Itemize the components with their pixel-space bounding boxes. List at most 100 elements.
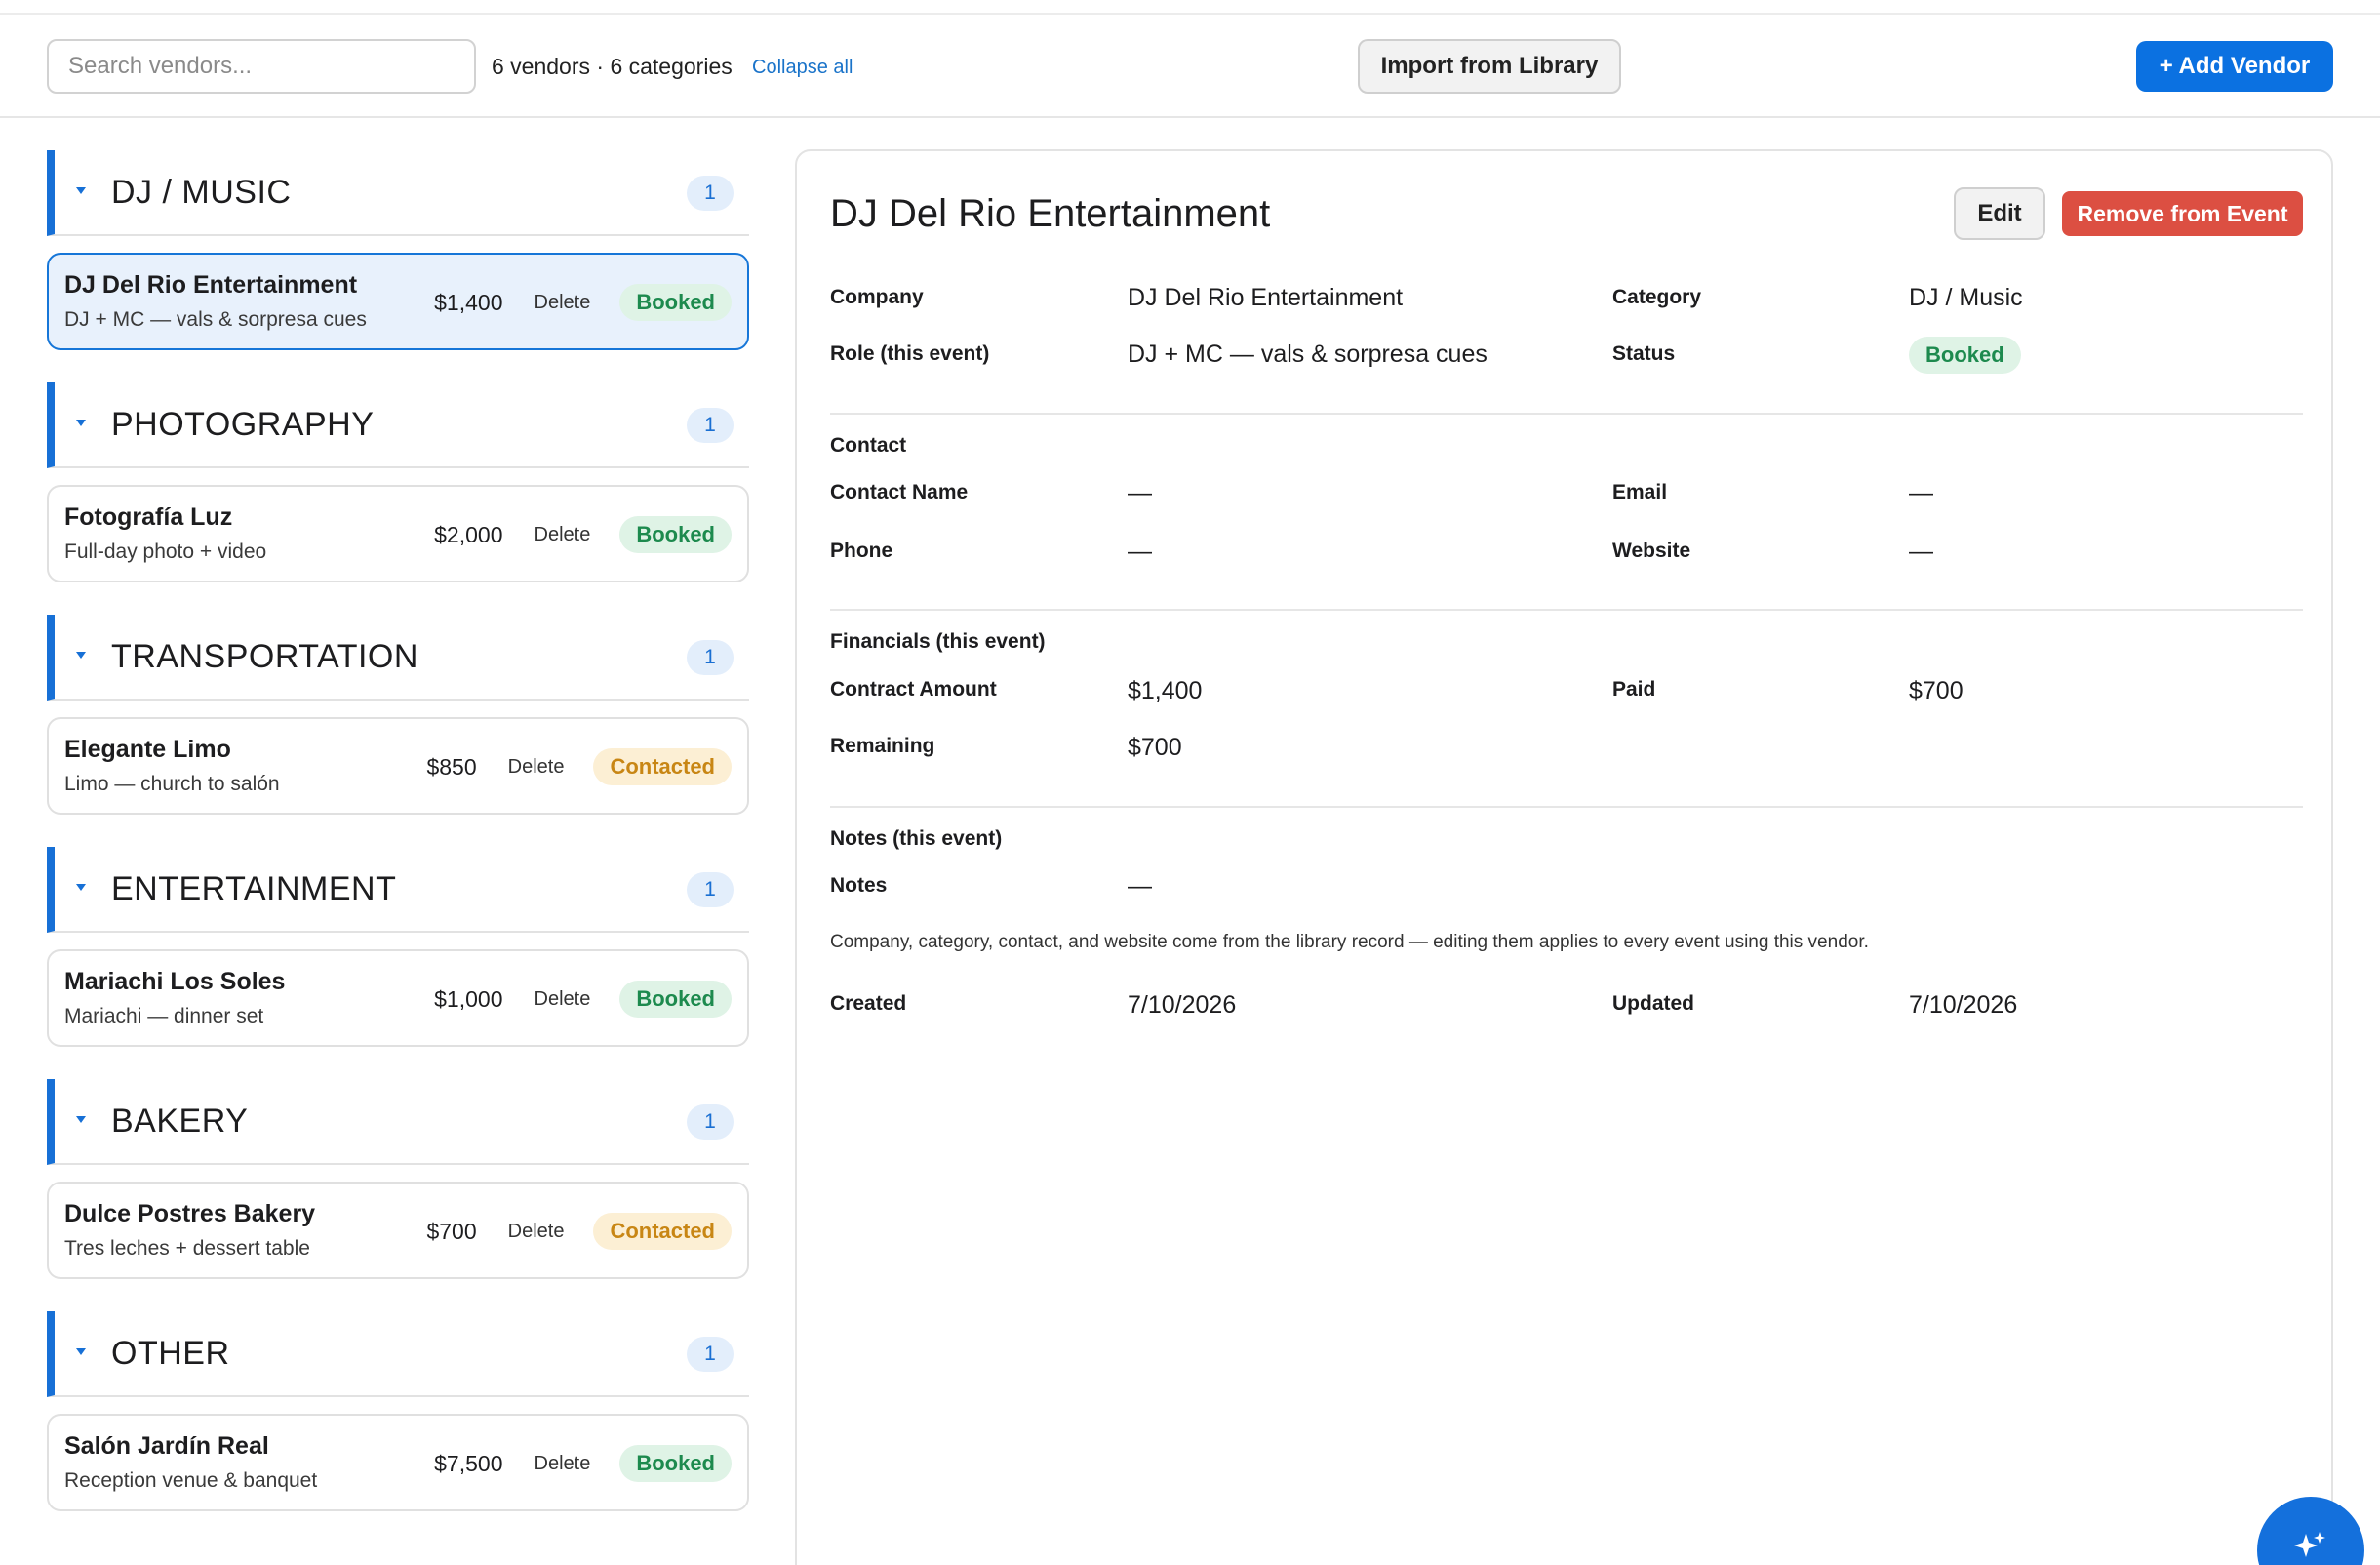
updated-label: Updated: [1612, 992, 1694, 1015]
category-title: DJ / MUSIC: [111, 174, 292, 211]
status-badge: Booked: [619, 1445, 732, 1482]
notes-section-title: Notes (this event): [830, 827, 1003, 850]
chevron-down-icon[interactable]: [76, 652, 86, 659]
delete-vendor-button[interactable]: Delete: [535, 524, 591, 546]
company-value: DJ Del Rio Entertainment: [1128, 284, 1404, 311]
category-header[interactable]: DJ / MUSIC 1: [47, 150, 749, 236]
vendor-card-actions: $2,000 Delete Booked: [434, 515, 732, 554]
delete-vendor-button[interactable]: Delete: [535, 292, 591, 314]
paid-value: $700: [1909, 677, 1964, 704]
vendor-card-actions: $850 Delete Contacted: [426, 747, 732, 786]
category-title: OTHER: [111, 1335, 230, 1372]
vendor-card[interactable]: Fotografía Luz Full-day photo + video $2…: [47, 485, 749, 582]
category-label: Category: [1612, 286, 1702, 308]
phone-value: —: [1128, 538, 1152, 565]
phone-label: Phone: [830, 540, 893, 562]
vendor-name: Dulce Postres Bakery: [64, 1200, 316, 1227]
delete-vendor-button[interactable]: Delete: [508, 1221, 565, 1243]
vendor-list: DJ / MUSIC 1 DJ Del Rio Entertainment DJ…: [47, 150, 749, 1544]
notes-value: —: [1128, 872, 1152, 900]
delete-vendor-button[interactable]: Delete: [508, 756, 565, 779]
remove-from-event-button[interactable]: Remove from Event: [2062, 191, 2303, 236]
chevron-down-icon[interactable]: [76, 1116, 86, 1123]
role-value: DJ + MC — vals & sorpresa cues: [1128, 341, 1488, 368]
vendor-card[interactable]: Mariachi Los Soles Mariachi — dinner set…: [47, 949, 749, 1047]
vendor-role: Full-day photo + video: [64, 541, 267, 563]
category-group-dj-music: DJ / MUSIC 1 DJ Del Rio Entertainment DJ…: [47, 150, 749, 350]
category-group-bakery: BAKERY 1 Dulce Postres Bakery Tres leche…: [47, 1079, 749, 1279]
vendor-card-actions: $1,400 Delete Booked: [434, 283, 732, 322]
vendor-card[interactable]: Elegante Limo Limo — church to salón $85…: [47, 717, 749, 815]
created-value: 7/10/2026: [1128, 991, 1237, 1019]
vendor-amount: $1,400: [434, 289, 503, 315]
vendor-card-actions: $700 Delete Contacted: [426, 1212, 732, 1251]
status-badge: Booked: [619, 516, 732, 553]
category-count-badge: 1: [687, 1104, 734, 1140]
section-divider: [830, 609, 2303, 611]
category-value: DJ / Music: [1909, 284, 2023, 311]
collapse-all-link[interactable]: Collapse all: [752, 57, 853, 79]
company-label: Company: [830, 286, 924, 308]
vendor-name: Salón Jardín Real: [64, 1432, 269, 1460]
remaining-label: Remaining: [830, 735, 935, 757]
category-count-badge: 1: [687, 872, 734, 907]
chevron-down-icon[interactable]: [76, 1348, 86, 1355]
vendor-detail-panel: DJ Del Rio Entertainment Edit Remove fro…: [795, 149, 2333, 1565]
category-group-photography: PHOTOGRAPHY 1 Fotografía Luz Full-day ph…: [47, 382, 749, 582]
vendor-role: Limo — church to salón: [64, 773, 280, 795]
edit-button[interactable]: Edit: [1954, 187, 2045, 240]
detail-title: DJ Del Rio Entertainment: [830, 192, 1271, 235]
role-label: Role (this event): [830, 342, 990, 365]
paid-label: Paid: [1612, 678, 1656, 701]
contact-name-label: Contact Name: [830, 481, 969, 503]
chevron-down-icon[interactable]: [76, 187, 86, 194]
chevron-down-icon[interactable]: [76, 420, 86, 426]
delete-vendor-button[interactable]: Delete: [535, 988, 591, 1011]
category-group-other: OTHER 1 Salón Jardín Real Reception venu…: [47, 1311, 749, 1511]
delete-vendor-button[interactable]: Delete: [535, 1453, 591, 1475]
vendor-amount: $2,000: [434, 521, 503, 547]
contract-amount-label: Contract Amount: [830, 678, 997, 701]
status-badge: Contacted: [593, 748, 732, 785]
toolbar: 6 vendors · 6 categories Collapse all Im…: [0, 15, 2380, 118]
financials-section-title: Financials (this event): [830, 630, 1046, 653]
category-header[interactable]: OTHER 1: [47, 1311, 749, 1397]
category-title: ENTERTAINMENT: [111, 870, 397, 907]
status-badge: Contacted: [593, 1213, 732, 1250]
vendor-card-actions: $1,000 Delete Booked: [434, 980, 732, 1019]
email-label: Email: [1612, 481, 1668, 503]
notes-label: Notes: [830, 874, 888, 897]
category-header[interactable]: PHOTOGRAPHY 1: [47, 382, 749, 468]
website-label: Website: [1612, 540, 1691, 562]
category-header[interactable]: TRANSPORTATION 1: [47, 615, 749, 701]
vendor-amount: $850: [426, 753, 477, 780]
status-label: Status: [1612, 342, 1676, 365]
category-title: TRANSPORTATION: [111, 638, 418, 675]
vendor-role: Mariachi — dinner set: [64, 1005, 264, 1027]
category-count-badge: 1: [687, 176, 734, 211]
category-header[interactable]: BAKERY 1: [47, 1079, 749, 1165]
category-group-transportation: TRANSPORTATION 1 Elegante Limo Limo — ch…: [47, 615, 749, 815]
chevron-down-icon[interactable]: [76, 884, 86, 891]
import-from-library-button[interactable]: Import from Library: [1358, 39, 1621, 94]
vendor-role: DJ + MC — vals & sorpresa cues: [64, 308, 367, 331]
status-badge: Booked: [619, 284, 732, 321]
category-header[interactable]: ENTERTAINMENT 1: [47, 847, 749, 933]
vendor-name: Elegante Limo: [64, 736, 231, 763]
status-badge: Booked: [619, 981, 732, 1018]
section-divider: [830, 806, 2303, 808]
category-group-entertainment: ENTERTAINMENT 1 Mariachi Los Soles Maria…: [47, 847, 749, 1047]
vendor-card[interactable]: DJ Del Rio Entertainment DJ + MC — vals …: [47, 253, 749, 350]
vendor-role: Reception venue & banquet: [64, 1469, 318, 1492]
add-vendor-button[interactable]: + Add Vendor: [2136, 41, 2333, 92]
search-input[interactable]: [47, 39, 476, 94]
contract-amount-value: $1,400: [1128, 677, 1203, 704]
vendor-card[interactable]: Dulce Postres Bakery Tres leches + desse…: [47, 1182, 749, 1279]
vendor-role: Tres leches + dessert table: [64, 1237, 310, 1260]
category-count-badge: 1: [687, 640, 734, 675]
top-border: [0, 0, 2380, 15]
vendor-card[interactable]: Salón Jardín Real Reception venue & banq…: [47, 1414, 749, 1511]
vendor-amount: $700: [426, 1218, 477, 1244]
category-count-badge: 1: [687, 1337, 734, 1372]
contact-name-value: —: [1128, 479, 1152, 506]
